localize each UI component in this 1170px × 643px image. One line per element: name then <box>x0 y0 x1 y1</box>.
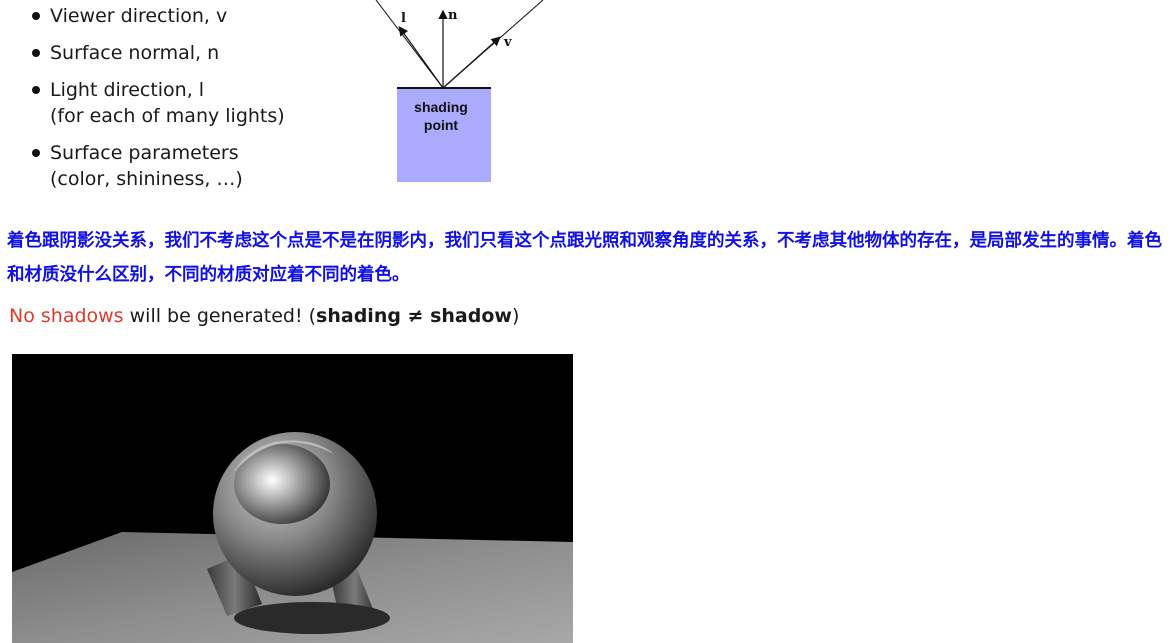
no-shadows-text: No shadows <box>9 305 124 327</box>
bullet-surface-parameters: Surface parameters (color, shininess, …) <box>30 140 285 192</box>
shadow-statement: No shadows will be generated! (shading ≠… <box>9 305 519 327</box>
bullet-sublabel: (color, shininess, …) <box>50 168 243 190</box>
rendered-sphere-image <box>12 354 573 643</box>
light-label: l <box>401 11 406 26</box>
viewer-direction-arrow <box>442 36 501 89</box>
bullet-label: Viewer direction, v <box>50 5 228 27</box>
bullet-sublabel: (for each of many lights) <box>50 105 285 127</box>
sphere-render-illustration <box>12 354 573 643</box>
bullet-viewer-direction: Viewer direction, v <box>30 3 285 29</box>
shading-point-label-2: point <box>424 117 459 133</box>
shading-note: 着色跟阴影没关系，我们不考虑这个点是不是在阴影内，我们只看这个点跟光照和观察角度… <box>7 231 1162 285</box>
bullet-light-direction: Light direction, l (for each of many lig… <box>30 77 285 129</box>
bullet-surface-normal: Surface normal, n <box>30 40 285 66</box>
bullet-label: Surface parameters <box>50 142 239 164</box>
shading-point-diagram: l n v shading point <box>375 0 544 182</box>
shading-point-label-1: shading <box>414 99 468 115</box>
light-direction-arrow <box>398 26 444 89</box>
bullet-label: Surface normal, n <box>50 42 220 64</box>
viewer-label: v <box>503 35 512 50</box>
shadow-statement-end: ) <box>511 305 520 327</box>
normal-label: n <box>448 8 458 23</box>
stand-base <box>234 602 390 634</box>
shading-inputs-list: Viewer direction, v Surface normal, n Li… <box>30 3 285 192</box>
shadow-statement-text: will be generated! ( <box>123 305 317 327</box>
bullet-label: Light direction, l <box>50 79 205 101</box>
shading-not-shadow-text: shading ≠ shadow <box>316 305 512 327</box>
